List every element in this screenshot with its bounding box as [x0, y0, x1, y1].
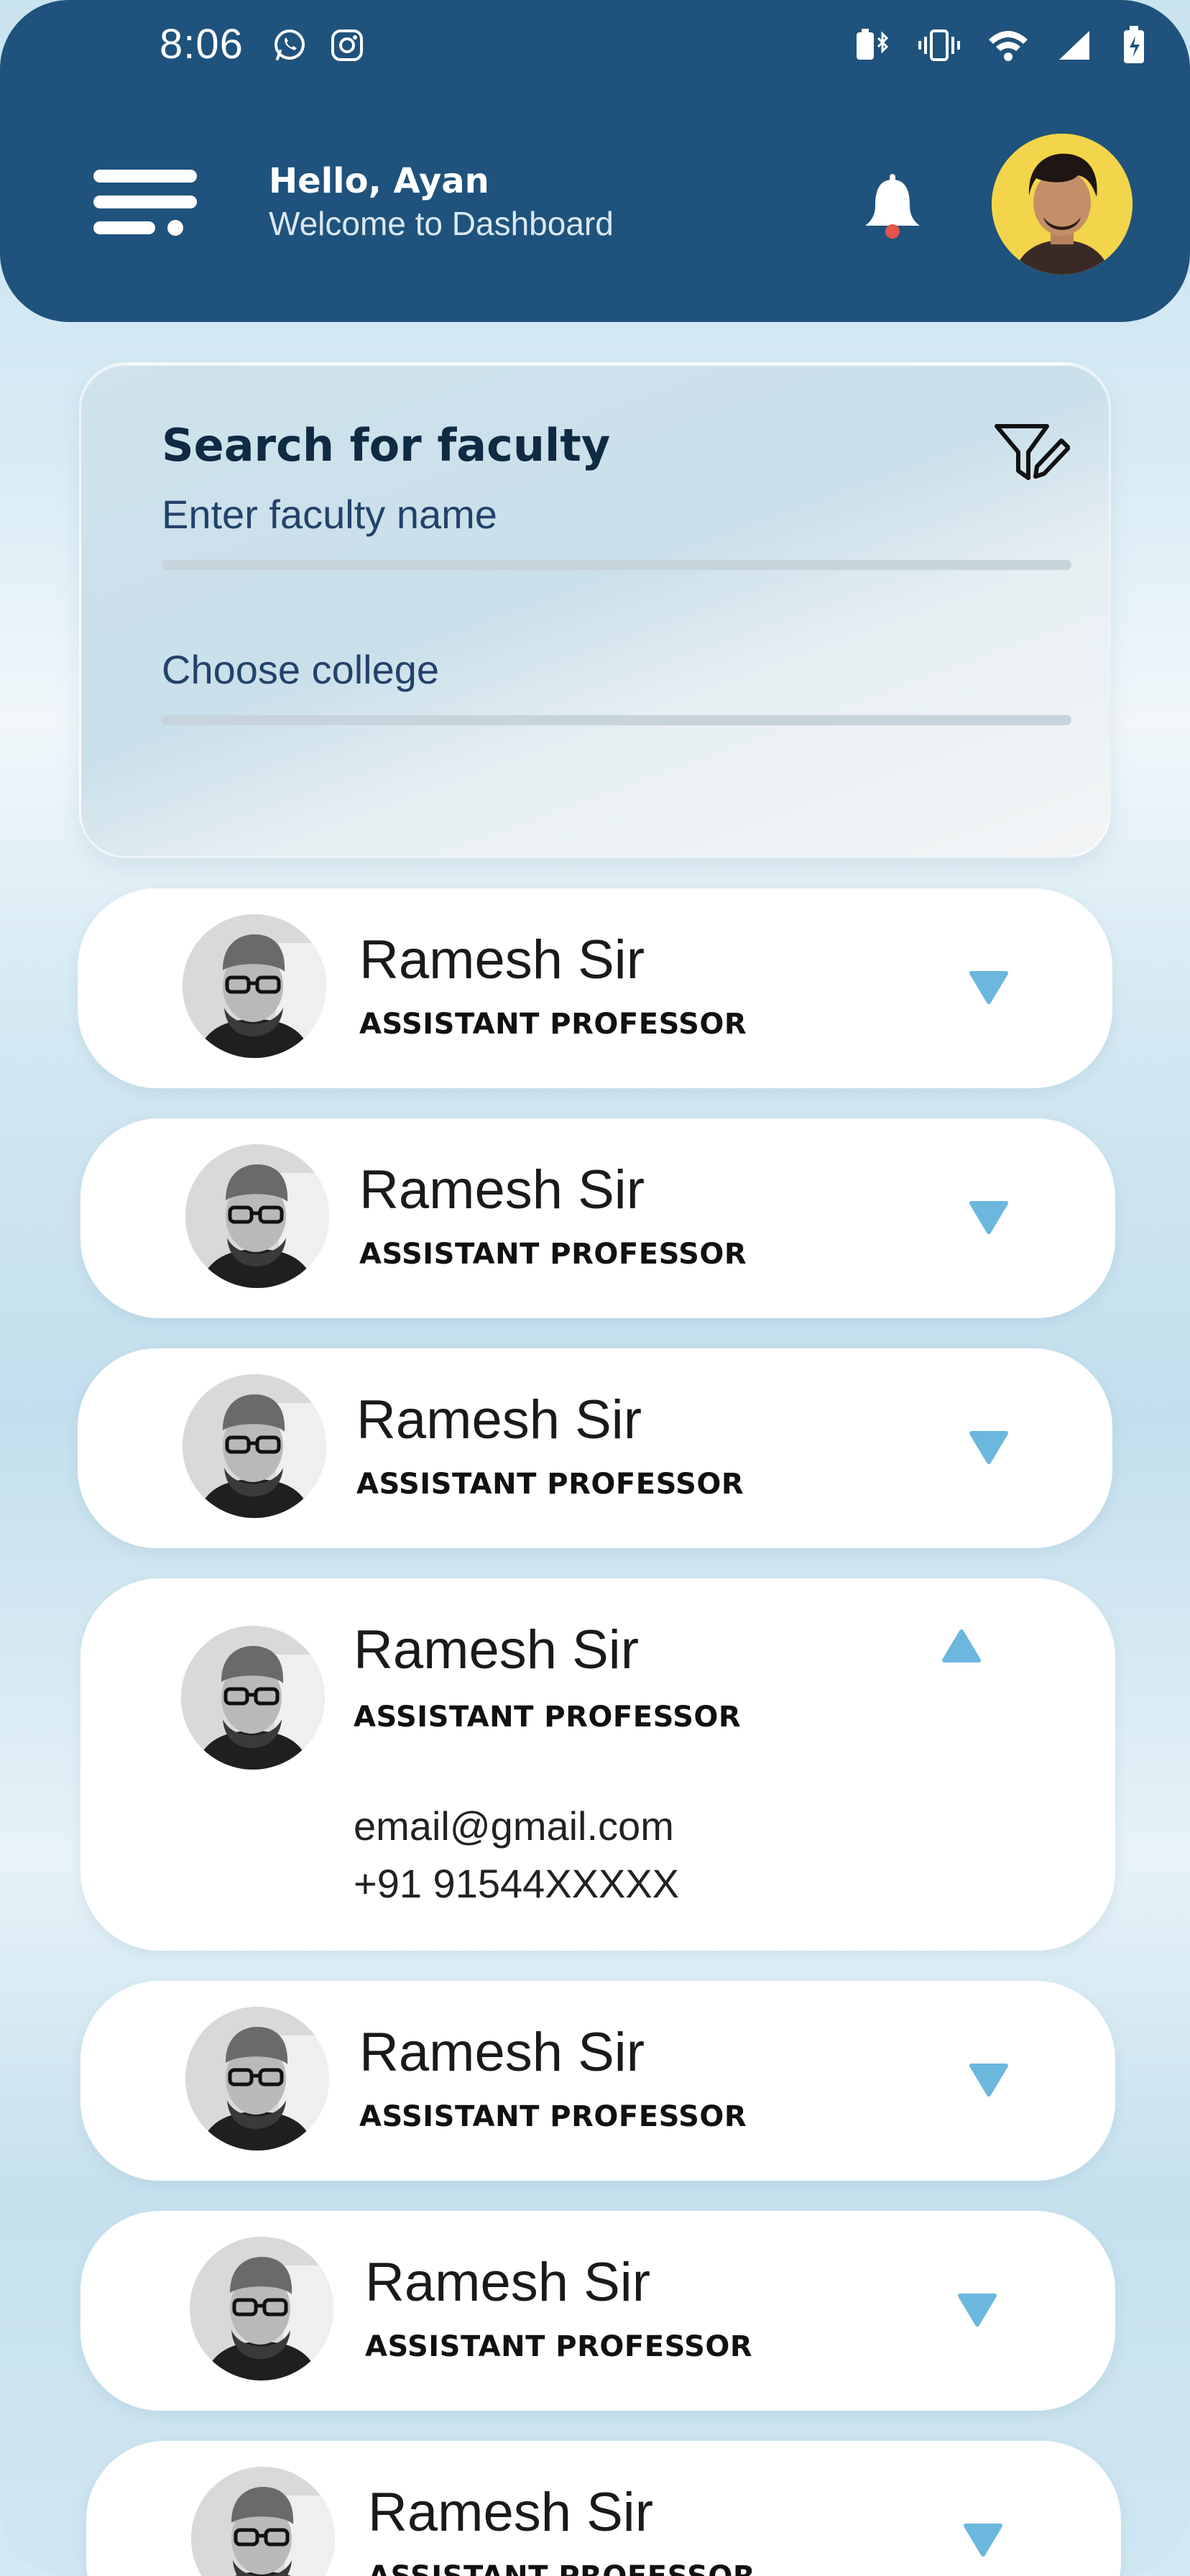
faculty-card[interactable]: Ramesh Sir ASSISTANT PROFESSOR — [80, 1981, 1115, 2181]
faculty-photo — [181, 1626, 325, 1770]
status-icons — [852, 24, 1148, 66]
faculty-photo — [185, 2007, 329, 2150]
faculty-card[interactable]: Ramesh Sir ASSISTANT PROFESSOR — [78, 888, 1112, 1088]
faculty-name: Ramesh Sir — [359, 2022, 645, 2083]
status-bar: 8:06 — [0, 14, 1190, 79]
triangle-down-icon[interactable] — [957, 2291, 997, 2327]
faculty-photo — [183, 914, 326, 1058]
faculty-name-placeholder: Enter faculty name — [162, 492, 497, 537]
college-select[interactable]: Choose college — [162, 646, 1071, 725]
faculty-photo — [185, 1144, 329, 1288]
greeting-block: Hello, Ayan Welcome to Dashboard — [269, 161, 614, 243]
triangle-down-icon[interactable] — [969, 2061, 1009, 2097]
faculty-card[interactable]: Ramesh Sir ASSISTANT PROFESSOR email@gmail… — [80, 1578, 1115, 1951]
user-avatar[interactable] — [992, 134, 1133, 275]
faculty-name: Ramesh Sir — [365, 2252, 650, 2313]
college-placeholder: Choose college — [162, 647, 440, 692]
triangle-down-icon[interactable] — [969, 1429, 1009, 1465]
filter-edit-icon[interactable] — [991, 416, 1070, 488]
bell-icon[interactable] — [861, 171, 924, 243]
faculty-card[interactable]: Ramesh Sir ASSISTANT PROFESSOR — [80, 1118, 1115, 1318]
search-title: Search for faculty — [162, 419, 611, 472]
faculty-role: ASSISTANT PROFESSOR — [359, 1008, 747, 1041]
app-header: 8:06 Hello, Ayan Welcome to Dashboard — [0, 0, 1190, 322]
faculty-card[interactable]: Ramesh Sir ASSISTANT PROFESSOR — [86, 2441, 1121, 2576]
faculty-role: ASSISTANT PROFESSOR — [359, 2100, 747, 2133]
triangle-down-icon[interactable] — [969, 969, 1009, 1005]
greeting-subtitle: Welcome to Dashboard — [269, 205, 614, 242]
battery-icon — [1124, 26, 1144, 63]
triangle-down-icon[interactable] — [963, 2521, 1003, 2557]
faculty-photo — [191, 2467, 335, 2576]
faculty-email[interactable]: email@gmail.com — [354, 1803, 674, 1849]
college-underline — [162, 715, 1071, 725]
app-screen: 8:06 Hello, Ayan Welcome to Dashboard Se… — [0, 0, 1190, 2576]
wifi-icon — [989, 31, 1028, 61]
faculty-phone[interactable]: +91 91544XXXXX — [354, 1860, 679, 1907]
vibrate-icon — [918, 29, 960, 61]
instagram-icon — [331, 29, 363, 61]
faculty-role: ASSISTANT PROFESSOR — [368, 2560, 755, 2576]
faculty-role: ASSISTANT PROFESSOR — [356, 1468, 744, 1501]
triangle-up-icon[interactable] — [941, 1629, 982, 1665]
menu-icon[interactable] — [93, 167, 197, 239]
faculty-card[interactable]: Ramesh Sir ASSISTANT PROFESSOR — [78, 1348, 1112, 1548]
faculty-role: ASSISTANT PROFESSOR — [365, 2330, 753, 2363]
status-time: 8:06 — [160, 21, 244, 68]
faculty-name-input[interactable]: Enter faculty name — [162, 491, 1071, 570]
notification-dot — [885, 224, 900, 239]
faculty-card[interactable]: Ramesh Sir ASSISTANT PROFESSOR — [80, 2211, 1115, 2411]
faculty-name: Ramesh Sir — [356, 1389, 642, 1450]
faculty-name: Ramesh Sir — [368, 2482, 653, 2543]
search-card: Search for faculty Enter faculty name Ch… — [79, 362, 1111, 858]
faculty-role: ASSISTANT PROFESSOR — [359, 1238, 747, 1271]
faculty-photo — [190, 2237, 333, 2380]
faculty-name: Ramesh Sir — [354, 1619, 639, 1680]
faculty-role: ASSISTANT PROFESSOR — [354, 1701, 742, 1734]
faculty-name-underline — [162, 560, 1071, 570]
whatsapp-icon — [275, 29, 305, 60]
battery-bluetooth-icon — [857, 29, 889, 60]
greeting-title: Hello, Ayan — [269, 161, 489, 201]
signal-icon — [1059, 31, 1089, 60]
faculty-photo — [183, 1374, 326, 1518]
faculty-name: Ramesh Sir — [359, 929, 645, 990]
triangle-down-icon[interactable] — [969, 1199, 1009, 1235]
faculty-name: Ramesh Sir — [359, 1159, 645, 1220]
